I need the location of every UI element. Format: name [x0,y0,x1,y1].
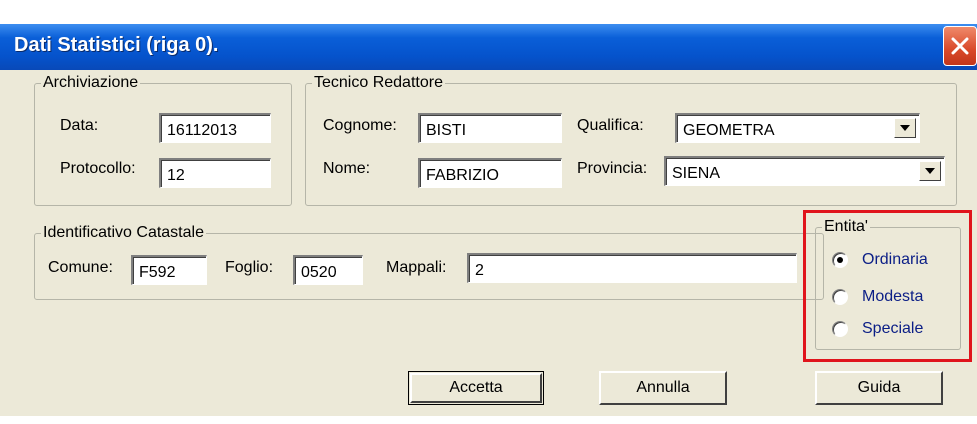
qualifica-select[interactable]: GEOMETRA [675,113,920,143]
guida-button[interactable]: Guida [815,371,943,405]
provincia-select[interactable]: SIENA [664,156,945,186]
data-field[interactable]: 16112013 [159,113,271,143]
close-icon [951,37,969,55]
mappali-label: Mappali: [386,259,447,276]
group-tecnico-legend: Tecnico Redattore [314,74,443,91]
protocollo-label: Protocollo: [60,160,136,177]
nome-field[interactable]: FABRIZIO [418,158,562,188]
qualifica-value: GEOMETRA [683,122,775,139]
comune-label: Comune: [48,259,113,276]
accetta-button-label: Accetta [410,373,542,403]
chevron-down-icon [925,168,935,174]
data-label: Data: [60,117,99,134]
provincia-value: SIENA [672,165,721,182]
provincia-dropdown-button[interactable] [919,161,941,181]
annulla-button[interactable]: Annulla [599,371,727,405]
group-catastale-legend: Identificativo Catastale [43,224,204,241]
entita-highlight-box [803,210,972,362]
cognome-field[interactable]: BISTI [418,113,562,143]
provincia-label: Provincia: [577,160,648,177]
bottom-edge [0,416,977,424]
dialog-window: Dati Statistici (riga 0). Archiviazione … [0,0,977,424]
qualifica-dropdown-button[interactable] [894,118,916,138]
qualifica-label: Qualifica: [577,117,644,134]
chevron-down-icon [900,125,910,131]
comune-field[interactable]: F592 [131,255,207,285]
title-bar-area: Dati Statistici (riga 0). [0,0,977,78]
cognome-label: Cognome: [323,117,397,134]
nome-label: Nome: [323,160,371,177]
protocollo-field[interactable]: 12 [159,158,271,188]
foglio-label: Foglio: [225,259,274,276]
window-title: Dati Statistici (riga 0). [14,34,219,56]
close-button[interactable] [943,26,977,66]
mappali-field[interactable]: 2 [467,253,797,283]
accetta-button[interactable]: Accetta [408,371,544,405]
group-archiviazione-legend: Archiviazione [43,74,139,91]
foglio-field[interactable]: 0520 [293,255,363,285]
